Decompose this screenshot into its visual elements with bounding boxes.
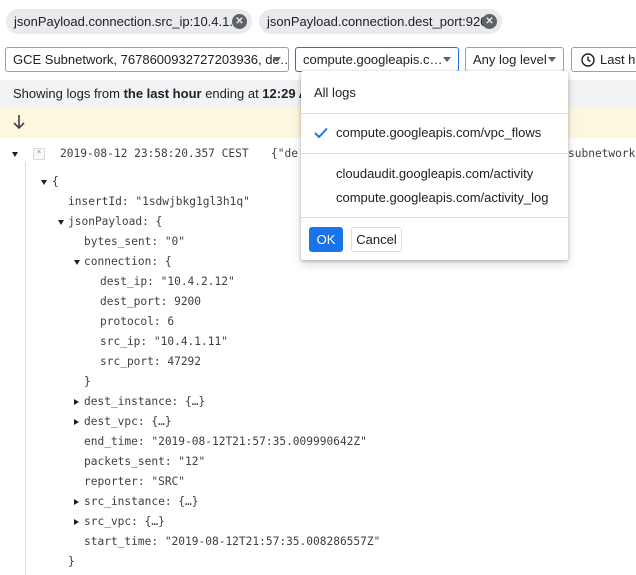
info-range: the last hour: [123, 86, 202, 101]
json-line: dest_port: 9200: [100, 295, 202, 308]
json-line: src_vpc: {…}: [84, 515, 165, 528]
chevron-down-icon: [273, 57, 281, 62]
log-option-activity-log[interactable]: compute.googleapis.com/activity_log: [301, 186, 568, 210]
json-line: jsonPayload: {: [68, 215, 163, 228]
json-line: }: [68, 555, 75, 568]
close-icon[interactable]: ✕: [232, 14, 247, 29]
filter-chip[interactable]: jsonPayload.connection.dest_port:9200 ✕: [259, 9, 502, 34]
log-summary-start[interactable]: {"de: [271, 144, 298, 164]
json-line: src_ip: "10.4.1.11": [100, 335, 228, 348]
clock-icon: [581, 53, 595, 67]
caret-down-icon: [58, 219, 64, 225]
arrow-down-icon[interactable]: [12, 114, 26, 130]
log-option-label: compute.googleapis.com/vpc_flows: [336, 125, 542, 140]
check-icon: [314, 127, 328, 139]
entry-collapse-toggle[interactable]: [12, 144, 18, 164]
json-line: dest_vpc: {…}: [84, 415, 172, 428]
divider: [301, 113, 568, 114]
json-line: reporter: "SRC": [84, 475, 186, 488]
json-line: insertId: "1sdwjbkg1gl3h1q": [68, 195, 250, 208]
json-line: src_instance: {…}: [84, 495, 199, 508]
all-logs-label: All logs: [314, 85, 356, 100]
json-line: dest_instance: {…}: [84, 395, 206, 408]
json-line: packets_sent: "12": [84, 455, 206, 468]
close-icon[interactable]: ✕: [482, 14, 497, 29]
json-line: src_port: 47292: [100, 355, 202, 368]
toggle-root[interactable]: [41, 172, 47, 192]
json-line: start_time: "2019-08-12T21:57:35.0082865…: [84, 535, 381, 548]
chevron-down-icon: [548, 57, 556, 62]
toggle-src-vpc[interactable]: [74, 512, 79, 532]
log-name-dropdown: All logs compute.googleapis.com/vpc_flow…: [301, 71, 568, 260]
log-summary-end[interactable]: subnetwork: [568, 144, 635, 164]
time-range-label: Last ho: [600, 52, 636, 67]
caret-down-icon: [12, 151, 18, 157]
toggle-src-instance[interactable]: [74, 492, 79, 512]
toggle-connection[interactable]: [74, 252, 80, 272]
toggle-dest-vpc[interactable]: [74, 412, 79, 432]
caret-down-icon: [41, 179, 47, 185]
toggle-jsonpayload[interactable]: [58, 212, 64, 232]
json-line: end_time: "2019-08-12T21:57:35.009990642…: [84, 435, 367, 448]
filter-chip[interactable]: jsonPayload.connection.src_ip:10.4.1.11 …: [6, 9, 252, 34]
json-line: protocol: 6: [100, 315, 175, 328]
log-option-activity[interactable]: cloudaudit.googleapis.com/activity: [301, 162, 568, 186]
info-middle: ending at: [201, 86, 263, 101]
json-line: dest_ip: "10.4.2.12": [100, 275, 235, 288]
json-line: {: [52, 175, 59, 188]
caret-down-icon: [74, 259, 80, 265]
time-range-selector[interactable]: Last ho: [571, 47, 636, 72]
caret-right-icon: [74, 519, 79, 525]
divider: [301, 153, 568, 154]
ok-button[interactable]: OK: [309, 227, 343, 252]
log-name-selector[interactable]: compute.googleapis.c…: [295, 47, 459, 72]
info-prefix: Showing logs from: [13, 86, 124, 101]
log-option-label: cloudaudit.googleapis.com/activity: [336, 166, 534, 181]
resource-selector-label: GCE Subnetwork, 7678600932727203936, de…: [13, 52, 289, 67]
json-line: }: [84, 375, 91, 388]
filter-chip-bar: jsonPayload.connection.src_ip:10.4.1.11 …: [0, 0, 636, 42]
chevron-down-icon: [443, 57, 451, 62]
log-level-selector-label: Any log level: [473, 52, 547, 67]
log-option-vpc-flows[interactable]: compute.googleapis.com/vpc_flows: [301, 121, 568, 145]
json-line: bytes_sent: "0": [84, 235, 186, 248]
caret-right-icon: [74, 399, 79, 405]
divider: [301, 217, 568, 218]
all-logs-option[interactable]: All logs: [301, 81, 568, 105]
cancel-button[interactable]: Cancel: [351, 227, 402, 252]
toggle-dest-instance[interactable]: [74, 392, 79, 412]
caret-right-icon: [74, 499, 79, 505]
log-timestamp[interactable]: 2019-08-12 23:58:20.357 CEST: [60, 144, 249, 164]
tree-guide-line: [25, 162, 26, 575]
resource-selector[interactable]: GCE Subnetwork, 7678600932727203936, de…: [5, 47, 289, 72]
filter-chip-label: jsonPayload.connection.src_ip:10.4.1.11: [14, 14, 247, 29]
log-option-label: compute.googleapis.com/activity_log: [336, 190, 549, 205]
log-name-selector-label: compute.googleapis.c…: [303, 52, 443, 67]
severity-icon: *: [33, 148, 45, 160]
json-line: connection: {: [84, 255, 172, 268]
caret-right-icon: [74, 419, 79, 425]
log-level-selector[interactable]: Any log level: [465, 47, 564, 72]
filter-chip-label: jsonPayload.connection.dest_port:9200: [267, 14, 495, 29]
